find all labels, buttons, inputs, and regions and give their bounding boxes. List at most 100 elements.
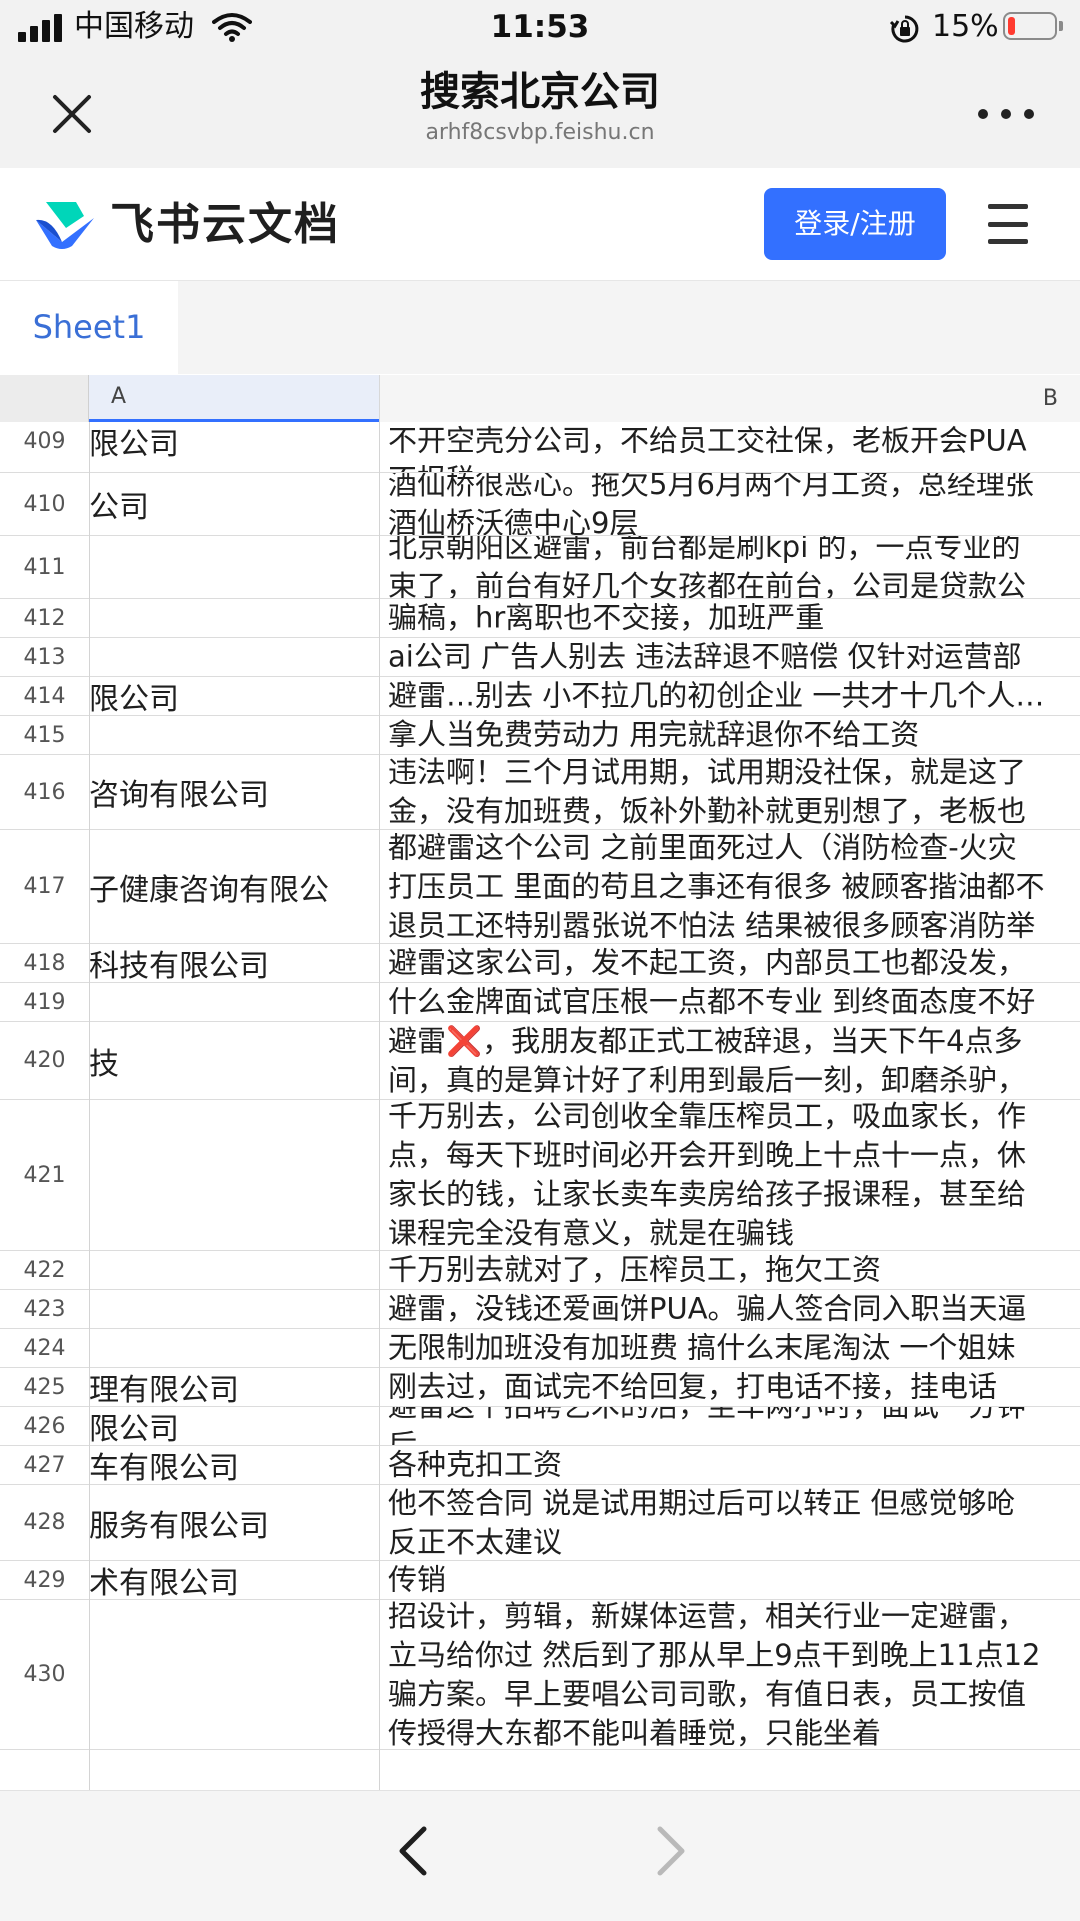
table-row[interactable]: 424 无限制加班没有加班费 搞什么末尾淘汰 一个姐妹 [0,1329,1080,1368]
row-number[interactable]: 418 [0,944,89,982]
row-number[interactable]: 426 [0,1407,89,1445]
table-row[interactable]: 414 限公司 避雷…别去 小不拉几的初创企业 一共才十几个人… [0,677,1080,716]
cell-company[interactable]: 限公司 [89,677,379,715]
login-register-button[interactable]: 登录/注册 [764,188,946,260]
cell-company[interactable]: 限公司 [89,1407,379,1445]
row-number[interactable]: 417 [0,830,89,943]
cell-company[interactable] [89,716,379,754]
row-number[interactable]: 415 [0,716,89,754]
row-number[interactable]: 420 [0,1022,89,1099]
table-row[interactable]: 413 ai公司 广告人别去 违法辞退不赔偿 仅针对运营部 [0,638,1080,677]
table-row[interactable]: 411 北京朝阳区避雷，前台都是刷kpi 的，一点专业的 束了，前台有好几个女孩都… [0,536,1080,599]
cell-company[interactable] [89,638,379,676]
row-number[interactable]: 412 [0,599,89,637]
cell-company[interactable] [89,1251,379,1289]
cell-company[interactable] [89,1329,379,1367]
cell-company[interactable]: 公司 [89,473,379,535]
cell-company[interactable]: 理有限公司 [89,1368,379,1406]
cell-company[interactable] [89,983,379,1021]
rotation-lock-icon [890,15,919,43]
table-row[interactable]: 419 什么金牌面试官压根一点都不专业 到终面态度不好 [0,983,1080,1022]
cell-review[interactable]: ai公司 广告人别去 违法辞退不赔偿 仅针对运营部 [380,638,1080,676]
back-button[interactable] [384,1821,444,1881]
row-number[interactable]: 430 [0,1600,89,1749]
cell-review[interactable]: 骗稿，hr离职也不交接，加班严重 [380,599,1080,637]
table-row[interactable]: 430 招设计，剪辑，新媒体运营，相关行业一定避雷， 立马给你过 然后到了那从早上… [0,1600,1080,1750]
hamburger-menu-button[interactable] [988,204,1028,244]
cell-review[interactable]: 招设计，剪辑，新媒体运营，相关行业一定避雷， 立马给你过 然后到了那从早上9点干… [380,1600,1080,1749]
spreadsheet-grid[interactable]: 409限公司上级网站大型开包公司，非法辞退员工不给赔偿， 不开空壳分公司，不给员… [0,422,1080,1790]
row-number[interactable]: 411 [0,536,89,598]
cell-company[interactable] [89,536,379,598]
table-row[interactable]: 420 技避雷❌，我朋友都正式工被辞退，当天下午4点多 间，真的是算计好了利用到最… [0,1022,1080,1100]
cell-company[interactable] [89,1600,379,1749]
cell-review[interactable]: 避雷，没钱还爱画饼PUA。骗人签合同入职当天逼 [380,1290,1080,1328]
cell-review[interactable]: 无限制加班没有加班费 搞什么末尾淘汰 一个姐妹 [380,1329,1080,1367]
cell-company[interactable]: 术有限公司 [89,1561,379,1599]
table-row[interactable]: 412 骗稿，hr离职也不交接，加班严重 [0,599,1080,638]
cell-company[interactable] [89,1290,379,1328]
row-number[interactable]: 419 [0,983,89,1021]
table-row[interactable]: 428 服务有限公司 他不签合同 说是试用期过后可以转正 但感觉够呛 反正不太建议 [0,1485,1080,1561]
table-row[interactable]: 429 术有限公司 传销 [0,1561,1080,1600]
cell-company[interactable]: 限公司 [89,422,379,472]
more-options-button[interactable] [978,100,1034,128]
cell-review[interactable]: 他不签合同 说是试用期过后可以转正 但感觉够呛 反正不太建议 [380,1485,1080,1560]
row-number[interactable]: 413 [0,638,89,676]
grid-line [379,422,380,1790]
row-number[interactable]: 424 [0,1329,89,1367]
cell-review[interactable]: 什么金牌面试官压根一点都不专业 到终面态度不好 [380,983,1080,1021]
table-row[interactable]: 421 千万别去，公司创收全靠压榨员工，吸血家长，作 点，每天下班时间必开会开到晚… [0,1100,1080,1251]
column-header-b[interactable]: B [379,375,1080,422]
cell-review[interactable]: 传销 [380,1561,1080,1599]
cell-company[interactable]: 车有限公司 [89,1446,379,1484]
cell-company[interactable]: 服务有限公司 [89,1485,379,1560]
table-row[interactable]: 417 子健康咨询有限公 都避雷这个公司 之前里面死过人（消防检查-火灾 打压员工 … [0,830,1080,944]
table-row[interactable]: 426限公司避雷这个招聘艺术的活，坐车两小时，面试一分钟 后 [0,1407,1080,1446]
cell-review[interactable]: 上级网站大型开包公司，非法辞退员工不给赔偿， 不开空壳分公司，不给员工交社保，老… [380,422,1080,473]
table-row[interactable]: 415 拿人当免费劳动力 用完就辞退你不给工资 [0,716,1080,755]
row-number[interactable]: 410 [0,473,89,535]
cell-review[interactable]: 避雷这个招聘艺术的活，坐车两小时，面试一分钟 后 [380,1407,1080,1445]
cell-review[interactable]: 避雷❌，我朋友都正式工被辞退，当天下午4点多 间，真的是算计好了利用到最后一刻，… [380,1022,1080,1099]
table-row[interactable]: 416 咨询有限公司 违法啊！三个月试用期，试用期没社保，就是这了 金，没有加班费，… [0,755,1080,830]
row-number[interactable]: 414 [0,677,89,715]
forward-button[interactable] [640,1821,700,1881]
cell-review[interactable]: 千万别去就对了，压榨员工，拖欠工资 [380,1251,1080,1289]
table-row[interactable]: 427 车有限公司 各种克扣工资 [0,1446,1080,1485]
cell-review[interactable]: 酒仙桥很恶心。拖欠5月6月两个月工资，总经理张 酒仙桥沃德中心9层 [380,473,1080,535]
cell-review[interactable]: 北京朝阳区避雷，前台都是刷kpi 的，一点专业的 束了，前台有好几个女孩都在前台… [380,536,1080,598]
cell-company[interactable]: 技 [89,1022,379,1099]
cell-review[interactable]: 千万别去，公司创收全靠压榨员工，吸血家长，作 点，每天下班时间必开会开到晚上十点… [380,1100,1080,1250]
table-row[interactable]: 422 千万别去就对了，压榨员工，拖欠工资 [0,1251,1080,1290]
row-number[interactable]: 409 [0,422,89,472]
cell-review[interactable]: 各种克扣工资 [380,1446,1080,1484]
cell-review[interactable]: 都避雷这个公司 之前里面死过人（消防检查-火灾 打压员工 里面的苟且之事还有很多… [380,830,1080,943]
row-number[interactable]: 427 [0,1446,89,1484]
cell-review[interactable]: 拿人当免费劳动力 用完就辞退你不给工资 [380,716,1080,754]
row-number[interactable]: 423 [0,1290,89,1328]
cell-company[interactable]: 咨询有限公司 [89,755,379,829]
table-row[interactable]: 409限公司上级网站大型开包公司，非法辞退员工不给赔偿， 不开空壳分公司，不给员… [0,422,1080,473]
cell-review[interactable]: 避雷这家公司，发不起工资，内部员工也都没发， [380,944,1080,982]
cell-company[interactable]: 子健康咨询有限公 [89,830,379,943]
tab-sheet1[interactable]: Sheet1 [0,281,178,374]
row-number[interactable]: 422 [0,1251,89,1289]
cell-company[interactable]: 科技有限公司 [89,944,379,982]
row-number[interactable]: 421 [0,1100,89,1250]
row-number[interactable]: 425 [0,1368,89,1406]
cell-review[interactable]: 违法啊！三个月试用期，试用期没社保，就是这了 金，没有加班费，饭补外勤补就更别想… [380,755,1080,829]
cell-review[interactable]: 刚去过，面试完不给回复，打电话不接，挂电话 [380,1368,1080,1406]
table-row[interactable]: 425 理有限公司 刚去过，面试完不给回复，打电话不接，挂电话 [0,1368,1080,1407]
column-header-a[interactable]: A [89,375,379,422]
table-row[interactable]: 423 避雷，没钱还爱画饼PUA。骗人签合同入职当天逼 [0,1290,1080,1329]
cell-review[interactable]: 避雷…别去 小不拉几的初创企业 一共才十几个人… [380,677,1080,715]
row-number[interactable]: 416 [0,755,89,829]
table-row[interactable]: 418 科技有限公司 避雷这家公司，发不起工资，内部员工也都没发， [0,944,1080,983]
select-all-corner[interactable] [0,375,89,422]
cell-company[interactable] [89,1100,379,1250]
row-number[interactable]: 428 [0,1485,89,1560]
table-row[interactable]: 410 公司 酒仙桥很恶心。拖欠5月6月两个月工资，总经理张 酒仙桥沃德中心9层 [0,473,1080,536]
row-number[interactable]: 429 [0,1561,89,1599]
cell-company[interactable] [89,599,379,637]
